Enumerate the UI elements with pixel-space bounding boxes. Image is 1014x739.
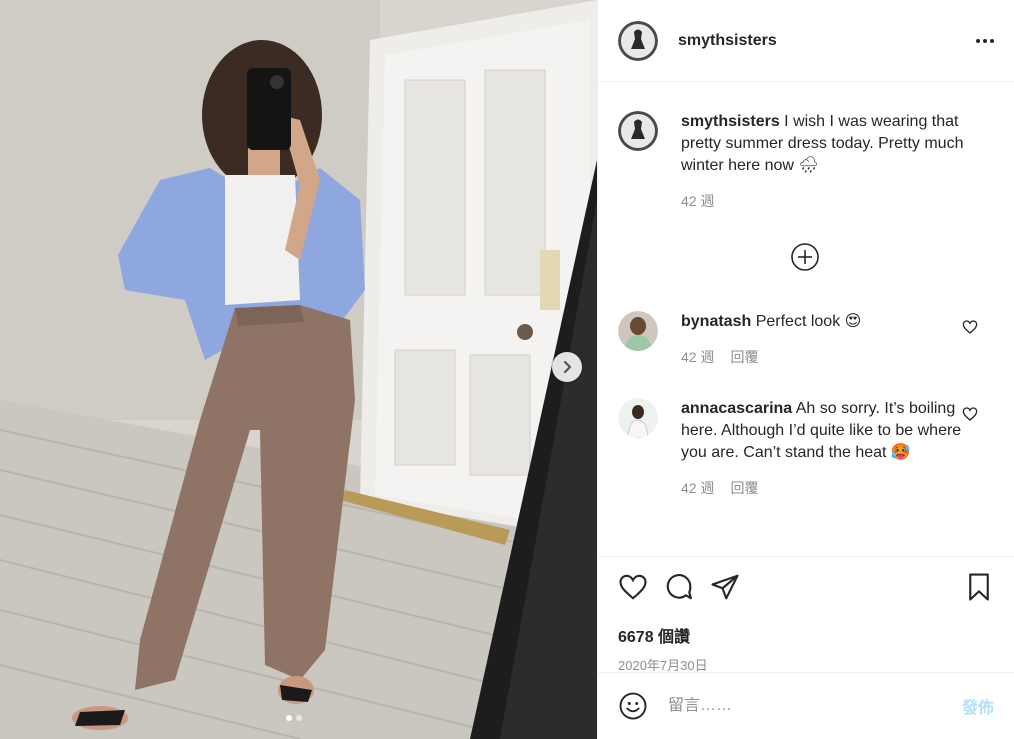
like-comment-button[interactable]	[962, 319, 978, 340]
photo-illustration	[0, 0, 597, 739]
plus-circle-icon	[791, 243, 819, 271]
caption-username[interactable]: smythsisters	[681, 113, 780, 130]
caption-body: smythsisters I wish I was wearing that p…	[681, 111, 981, 212]
next-photo-button[interactable]	[552, 352, 582, 382]
more-horizontal-icon	[976, 38, 980, 43]
more-horizontal-icon	[990, 38, 994, 43]
more-options-button[interactable]	[976, 38, 994, 43]
caption-avatar-image	[618, 111, 658, 151]
caption-time[interactable]: 42 週	[681, 190, 714, 212]
like-comment-button[interactable]	[962, 406, 978, 427]
like-button[interactable]	[618, 572, 648, 602]
heart-outline-icon	[619, 574, 647, 600]
caption-avatar[interactable]	[618, 111, 658, 151]
author-avatar-image	[618, 20, 658, 61]
post-header: smythsisters	[598, 0, 1014, 82]
comment-meta: 42 週 回覆	[681, 477, 981, 499]
comment-body: bynatash Perfect look 😍 42 週 回覆	[681, 311, 981, 368]
comment-username[interactable]: annacascarina	[681, 400, 792, 417]
smiley-icon	[619, 692, 647, 720]
author-avatar[interactable]	[618, 20, 658, 61]
author-username[interactable]: smythsisters	[678, 32, 777, 50]
commenter-avatar-image	[618, 311, 658, 351]
commenter-avatar[interactable]	[618, 398, 658, 438]
speech-bubble-icon	[666, 574, 692, 600]
like-count[interactable]: 6678 個讚	[618, 623, 994, 647]
carousel-indicator	[286, 715, 302, 721]
bookmark-icon	[969, 573, 989, 601]
heart-outline-icon	[962, 320, 978, 334]
add-comment-bar: 發佈	[598, 672, 1014, 739]
comment-button[interactable]	[664, 572, 694, 602]
comment-text: Perfect look 😍	[755, 313, 862, 330]
commenter-avatar[interactable]	[618, 311, 658, 351]
caption-meta: 42 週	[681, 190, 981, 212]
comment-time[interactable]: 42 週	[681, 477, 714, 499]
commenter-avatar-image	[618, 398, 658, 438]
paper-plane-icon	[711, 574, 739, 600]
more-horizontal-icon	[983, 38, 987, 43]
comments-list[interactable]: smythsisters I wish I was wearing that p…	[598, 82, 1014, 556]
chevron-right-icon	[563, 360, 572, 374]
carousel-dot-active	[286, 715, 292, 721]
comment-body: annacascarina Ah so sorry. It’s boiling …	[681, 398, 981, 499]
load-more-comments-button[interactable]	[790, 242, 820, 272]
comment-meta: 42 週 回覆	[681, 346, 981, 368]
reply-button[interactable]: 回覆	[730, 477, 758, 499]
action-bar	[618, 571, 994, 603]
save-button[interactable]	[964, 572, 994, 602]
post-actions: 6678 個讚 2020年7月30日	[598, 556, 1014, 673]
post-photo[interactable]	[0, 0, 597, 739]
share-button[interactable]	[710, 572, 740, 602]
carousel-dot	[296, 715, 302, 721]
heart-outline-icon	[962, 407, 978, 421]
comment-time[interactable]: 42 週	[681, 346, 714, 368]
post-side-panel: smythsisters smythsisters I wish I was w…	[597, 0, 1014, 739]
comment-username[interactable]: bynatash	[681, 313, 751, 330]
comment-input[interactable]	[668, 697, 962, 715]
emoji-button[interactable]	[618, 691, 648, 721]
reply-button[interactable]: 回覆	[730, 346, 758, 368]
post-comment-button[interactable]: 發佈	[962, 694, 994, 718]
